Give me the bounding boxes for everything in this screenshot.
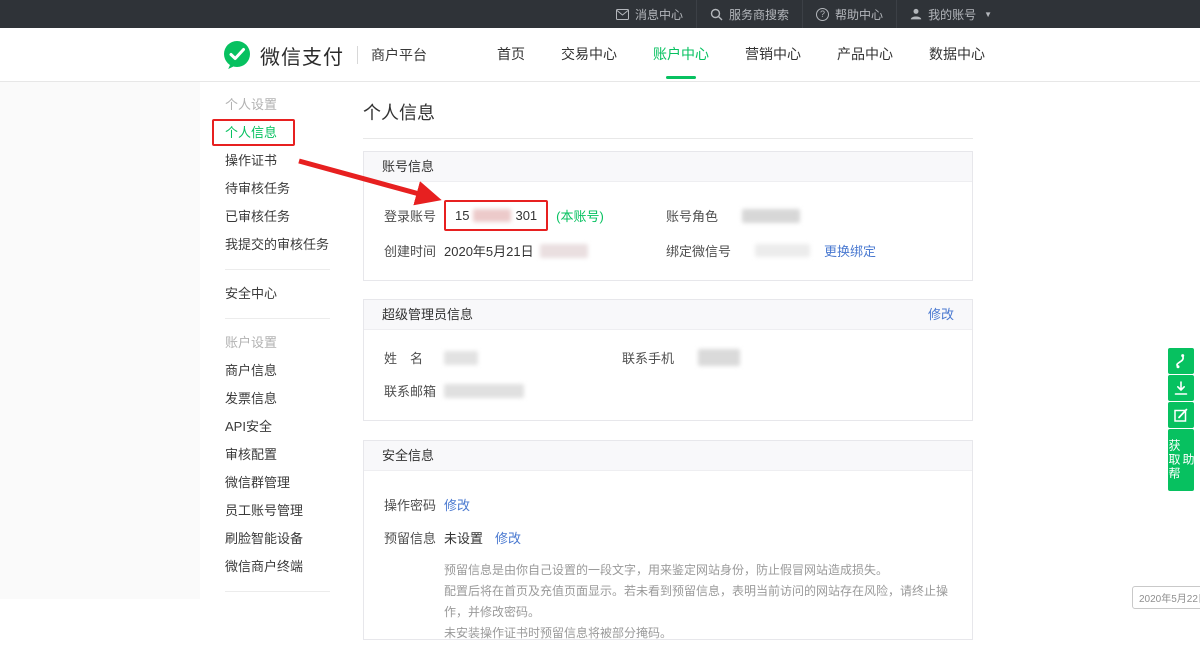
nav-item-data-center[interactable]: 数据中心 <box>929 28 985 82</box>
nav-item-products[interactable]: 产品中心 <box>837 28 893 82</box>
redacted-contact-phone <box>698 349 740 366</box>
redacted-account-role <box>742 209 800 223</box>
sidebar-item-merchant-info[interactable]: 商户信息 <box>200 357 345 385</box>
sidebar-item-operation-certificate[interactable]: 操作证书 <box>200 147 345 175</box>
sidebar-item-wechat-group[interactable]: 微信群管理 <box>200 469 345 497</box>
sidebar: 个人设置 个人信息 操作证书 待审核任务 已审核任务 我提交的审核任务 安全中心… <box>200 82 345 599</box>
edit-reserved-info-link[interactable]: 修改 <box>495 528 521 547</box>
main-content: 个人信息 账号信息 登录账号 15 301 (本账号) 账号角色 <box>363 82 973 640</box>
redacted-phone-digits <box>473 209 511 222</box>
brand-divider <box>357 46 358 64</box>
left-gutter <box>0 82 200 599</box>
sidebar-item-invoice-info[interactable]: 发票信息 <box>200 385 345 413</box>
login-account-value: 15 301 (本账号) <box>444 200 604 231</box>
nav-item-transactions[interactable]: 交易中心 <box>561 28 617 82</box>
user-icon <box>910 8 922 20</box>
mail-icon <box>616 9 629 20</box>
topbar-item-label: 服务商搜索 <box>729 6 789 23</box>
account-role-label: 账号角色 <box>666 206 718 225</box>
topbar: 消息中心 服务商搜索 ? 帮助中心 我的账号 ▼ <box>0 0 1200 28</box>
edit-icon <box>1174 408 1188 422</box>
wechat-pay-logo-icon <box>222 40 252 70</box>
super-admin-card: 超级管理员信息 修改 姓 名 联系手机 联系邮箱 <box>363 299 973 421</box>
sidebar-item-pending-review-tasks[interactable]: 待审核任务 <box>200 175 345 203</box>
admin-name-label: 姓 名 <box>384 348 444 367</box>
redacted-wechat-id <box>755 244 810 257</box>
super-admin-title: 超级管理员信息 <box>382 300 473 329</box>
created-time-label: 创建时间 <box>384 241 444 260</box>
super-admin-header: 超级管理员信息 修改 <box>364 300 972 330</box>
contact-email-label: 联系邮箱 <box>384 381 444 400</box>
sidebar-divider <box>225 591 330 592</box>
sidebar-section-personal-settings: 个人设置 <box>200 91 345 119</box>
edit-admin-link[interactable]: 修改 <box>928 300 954 329</box>
page-title: 个人信息 <box>363 82 973 125</box>
annotation-red-box-login: 15 301 <box>444 200 548 231</box>
topbar-item-label: 消息中心 <box>635 6 683 23</box>
topbar-item-help-center[interactable]: ? 帮助中心 <box>802 0 896 28</box>
reserved-info-label: 预留信息 <box>384 528 444 547</box>
account-info-card: 账号信息 登录账号 15 301 (本账号) 账号角色 <box>363 151 973 281</box>
change-binding-link[interactable]: 更换绑定 <box>824 241 876 260</box>
created-time-value: 2020年5月21日 <box>444 241 588 260</box>
brand[interactable]: 微信支付 商户平台 <box>222 28 427 82</box>
current-account-note: (本账号) <box>556 206 604 225</box>
sidebar-divider <box>225 269 330 270</box>
reserved-info-help: 预留信息是由你自己设置的一段文字，用来鉴定网站身份，防止假冒网站造成损失。 配置… <box>444 560 952 644</box>
redacted-admin-name <box>444 351 478 365</box>
header: 微信支付 商户平台 首页 交易中心 账户中心 营销中心 产品中心 数据中心 <box>0 28 1200 82</box>
sidebar-item-security-center[interactable]: 安全中心 <box>200 280 345 308</box>
security-info-card: 安全信息 操作密码 修改 预留信息 未设置 修改 预留信息是由你自己设置的一段文… <box>363 440 973 640</box>
sidebar-divider <box>225 318 330 319</box>
topbar-item-provider-search[interactable]: 服务商搜索 <box>696 0 802 28</box>
date-tooltip: 2020年5月22日 <box>1132 586 1200 609</box>
help-icon: ? <box>816 8 829 21</box>
topbar-item-label: 我的账号 <box>928 6 976 23</box>
sidebar-item-review-config[interactable]: 审核配置 <box>200 441 345 469</box>
nav-item-home[interactable]: 首页 <box>497 28 525 82</box>
security-info-header: 安全信息 <box>364 441 972 471</box>
chevron-down-icon: ▼ <box>984 10 992 19</box>
topbar-item-messages[interactable]: 消息中心 <box>603 0 696 28</box>
sidebar-item-reviewed-tasks[interactable]: 已审核任务 <box>200 203 345 231</box>
sidebar-item-merchant-terminal[interactable]: 微信商户终端 <box>200 553 345 581</box>
brand-name: 微信支付 <box>260 41 344 70</box>
main-nav: 首页 交易中心 账户中心 营销中心 产品中心 数据中心 <box>461 28 985 82</box>
nav-item-marketing[interactable]: 营销中心 <box>745 28 801 82</box>
bound-wechat-label: 绑定微信号 <box>666 241 731 260</box>
sidebar-item-api-security[interactable]: API安全 <box>200 413 345 441</box>
account-info-title: 账号信息 <box>382 152 434 181</box>
redacted-created-time <box>540 244 588 258</box>
sidebar-item-personal-info[interactable]: 个人信息 <box>200 119 345 147</box>
sidebar-section-account-settings: 账户设置 <box>200 329 345 357</box>
login-account-label: 登录账号 <box>384 206 444 225</box>
reserved-info-value: 未设置 <box>444 528 483 547</box>
operation-password-label: 操作密码 <box>384 495 444 514</box>
sidebar-item-staff-accounts[interactable]: 员工账号管理 <box>200 497 345 525</box>
title-divider <box>363 138 973 139</box>
download-button[interactable] <box>1168 375 1194 401</box>
account-info-header: 账号信息 <box>364 152 972 182</box>
change-password-link[interactable]: 修改 <box>444 495 470 514</box>
download-icon <box>1174 381 1188 396</box>
contact-phone-label: 联系手机 <box>622 348 674 367</box>
sidebar-item-face-devices[interactable]: 刷脸智能设备 <box>200 525 345 553</box>
redacted-contact-email <box>444 384 524 398</box>
link-icon <box>1174 353 1188 369</box>
security-info-title: 安全信息 <box>382 441 434 470</box>
search-icon <box>710 8 723 21</box>
feedback-button[interactable] <box>1168 402 1194 428</box>
nav-item-account-center[interactable]: 账户中心 <box>653 28 709 82</box>
topbar-item-label: 帮助中心 <box>835 6 883 23</box>
brand-subtitle: 商户平台 <box>371 45 427 65</box>
sidebar-item-my-submitted-tasks[interactable]: 我提交的审核任务 <box>200 231 345 259</box>
link-button[interactable] <box>1168 348 1194 374</box>
get-help-button[interactable]: 获取帮助 <box>1168 429 1194 491</box>
floating-help-widget: 获取帮助 <box>1168 348 1194 491</box>
topbar-item-my-account[interactable]: 我的账号 ▼ <box>896 0 1005 28</box>
